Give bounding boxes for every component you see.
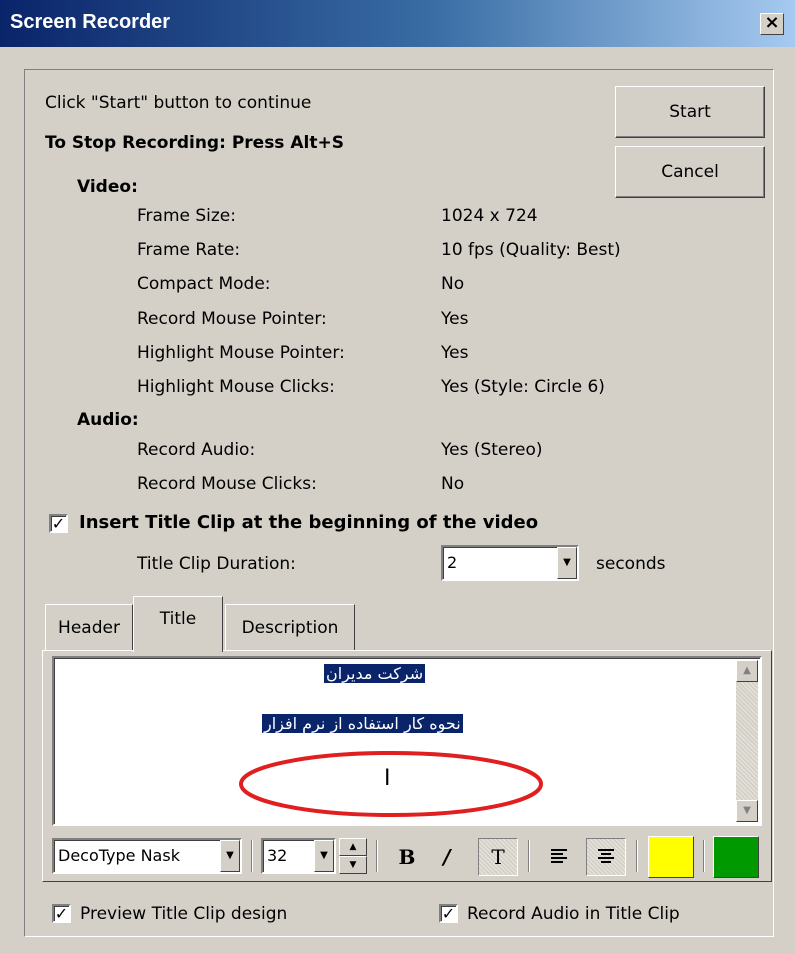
title-line-1: شرکت مدیران [324, 664, 426, 683]
cancel-button[interactable]: Cancel [615, 146, 765, 198]
record-audio-title-clip-label: Record Audio in Title Clip [467, 904, 680, 924]
title-clip-duration-label: Title Clip Duration: [137, 554, 296, 574]
toolbar-separator [376, 840, 378, 872]
stop-hint: To Stop Recording: Press Alt+S [45, 133, 344, 153]
preview-title-clip-label: Preview Title Clip design [80, 904, 288, 924]
highlight-ellipse-annotation [239, 751, 543, 817]
insert-title-clip-label: Insert Title Clip at the beginning of th… [79, 512, 539, 533]
title-text-editor[interactable]: شرکت مدیران نحوه کار استفاده از نرم افزا… [52, 656, 762, 826]
title-bar: Screen Recorder × [0, 0, 795, 47]
tab-title[interactable]: Title [133, 596, 223, 652]
audio-heading: Audio: [77, 410, 139, 430]
spin-down-icon[interactable]: ▼ [339, 856, 367, 874]
toolbar-separator [636, 840, 638, 872]
chevron-down-icon[interactable]: ▼ [220, 840, 240, 872]
compact-mode-label: Compact Mode: [137, 274, 271, 294]
align-left-icon[interactable] [542, 840, 576, 874]
record-mouse-clicks-label: Record Mouse Clicks: [137, 474, 317, 494]
font-name-value: DecoType Nask [58, 846, 180, 865]
duration-value: 2 [447, 553, 458, 572]
text-cursor-icon: I [384, 766, 391, 791]
highlight-mouse-pointer-label: Highlight Mouse Pointer: [137, 343, 345, 363]
vertical-scrollbar[interactable]: ▲ ▼ [736, 660, 758, 822]
text-color-swatch[interactable] [648, 836, 694, 878]
window-title: Screen Recorder [10, 11, 171, 33]
duration-unit: seconds [596, 554, 666, 574]
compact-mode-value: No [441, 274, 465, 294]
font-size-select[interactable]: 32 ▼ [261, 838, 336, 874]
frame-rate-label: Frame Rate: [137, 240, 241, 260]
checkmark-icon: ✓ [51, 514, 66, 533]
frame-rate-value: 10 fps (Quality: Best) [441, 240, 621, 260]
toolbar-separator [251, 840, 253, 872]
preview-title-clip-checkbox[interactable]: ✓ [52, 904, 71, 923]
background-color-swatch[interactable] [713, 836, 759, 878]
font-name-select[interactable]: DecoType Nask ▼ [52, 838, 242, 874]
frame-size-label: Frame Size: [137, 206, 236, 226]
frame-size-value: 1024 x 724 [441, 206, 538, 226]
spin-up-icon[interactable]: ▲ [339, 838, 367, 856]
record-audio-title-clip-checkbox[interactable]: ✓ [439, 904, 458, 923]
tab-description[interactable]: Description [225, 604, 355, 650]
screen-recorder-dialog: Screen Recorder × Click "Start" button t… [0, 0, 795, 954]
checkmark-icon: ✓ [54, 904, 69, 923]
align-center-icon[interactable] [586, 838, 626, 876]
record-mouse-pointer-value: Yes [441, 309, 469, 329]
font-size-value: 32 [267, 846, 288, 865]
record-audio-label: Record Audio: [137, 440, 256, 460]
duration-select[interactable]: 2 ▼ [441, 545, 579, 581]
checkmark-icon: ✓ [441, 904, 456, 923]
italic-icon[interactable]: / [430, 840, 464, 874]
highlight-mouse-clicks-value: Yes (Style: Circle 6) [441, 377, 605, 397]
record-mouse-pointer-label: Record Mouse Pointer: [137, 309, 327, 329]
scroll-down-icon[interactable]: ▼ [736, 800, 758, 822]
chevron-down-icon[interactable]: ▼ [314, 840, 334, 872]
highlight-mouse-pointer-value: Yes [441, 343, 469, 363]
highlight-mouse-clicks-label: Highlight Mouse Clicks: [137, 377, 335, 397]
video-heading: Video: [77, 177, 138, 197]
toolbar-separator [528, 840, 530, 872]
start-button[interactable]: Start [615, 86, 765, 138]
insert-title-clip-checkbox[interactable]: ✓ [49, 514, 68, 533]
title-line-2: نحوه کار استفاده از نرم افزار [262, 714, 463, 733]
tab-header[interactable]: Header [45, 604, 133, 650]
record-mouse-clicks-value: No [441, 474, 465, 494]
font-size-spinner[interactable]: ▲ ▼ [339, 838, 367, 874]
bold-icon[interactable]: B [390, 840, 424, 874]
chevron-down-icon[interactable]: ▼ [557, 547, 577, 579]
toolbar-separator [703, 840, 705, 872]
close-icon[interactable]: × [760, 13, 784, 35]
shadow-text-icon[interactable]: T [478, 838, 518, 876]
instruction-text: Click "Start" button to continue [45, 93, 312, 113]
scroll-up-icon[interactable]: ▲ [736, 660, 758, 682]
record-audio-value: Yes (Stereo) [441, 440, 543, 460]
